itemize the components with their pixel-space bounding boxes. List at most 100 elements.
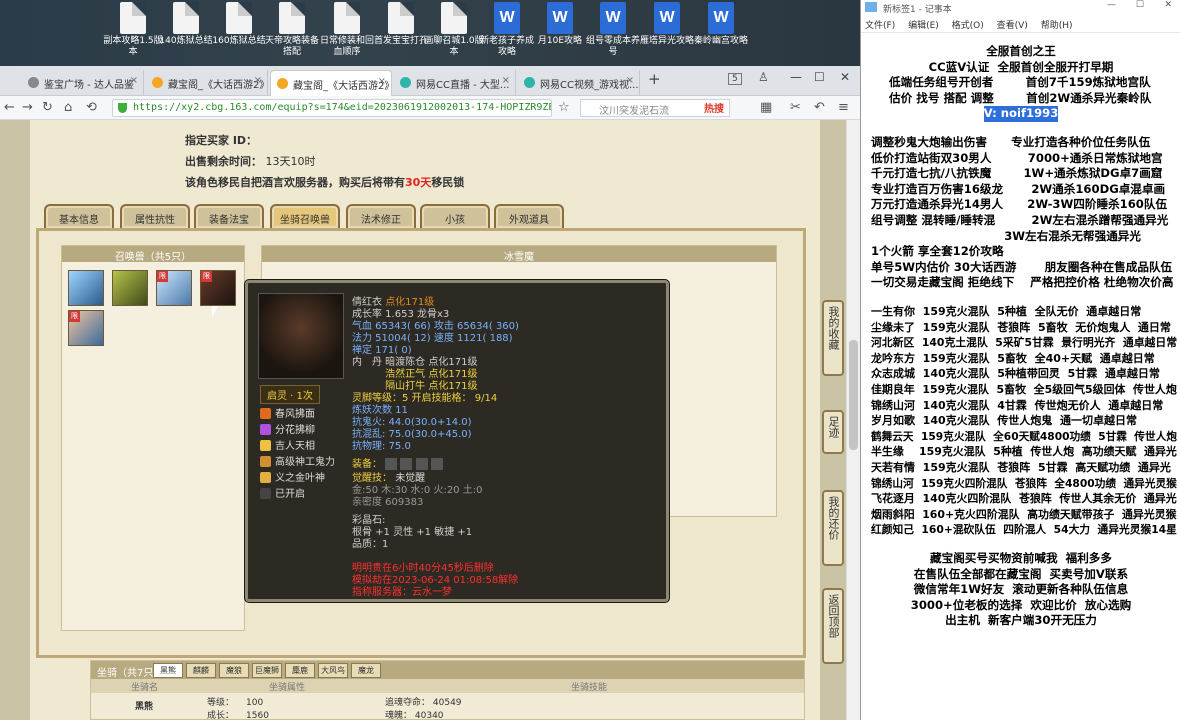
browser-tab[interactable]: 藏宝阁_《大话西游2》 × <box>146 70 268 96</box>
scrollbar[interactable] <box>846 120 860 720</box>
hot-search-label[interactable]: 热搜 <box>704 100 724 115</box>
maximize-icon[interactable]: ☐ <box>1136 0 1144 10</box>
close-icon[interactable]: × <box>502 75 510 86</box>
skill-item: 已开启 <box>260 485 305 500</box>
tab-appearance[interactable]: 外观道具 <box>494 204 564 228</box>
notepad-line: 锦绣山河 159克火四阶混队 苍狼阵 全4800功绩 通异光灵猴 <box>871 476 1177 490</box>
desktop-file-icon[interactable]: 日常修装和回血顺序 <box>316 2 378 58</box>
desktop-icon-label: 秦岭幽宫攻略 <box>693 36 748 46</box>
pet-thumb[interactable]: 限 <box>156 270 192 306</box>
menu-edit[interactable]: 编辑(E) <box>908 21 939 31</box>
close-window-icon[interactable]: ✕ <box>840 70 850 84</box>
luck-skill-icon <box>260 440 271 451</box>
pet-stone-quality: 品质：1 <box>352 539 389 550</box>
word-doc-icon: W <box>494 2 520 34</box>
notepad-line: 1个火箭 享全套12价攻略 <box>871 244 1004 259</box>
reload-icon[interactable]: ↻ <box>42 100 53 115</box>
document-icon <box>279 2 305 34</box>
browser-tab[interactable]: 网易CC视频_游戏视... × <box>518 70 640 96</box>
tab-count[interactable]: 5 <box>728 73 742 85</box>
browser-tab[interactable]: 网易CC直播 - 大型... × <box>394 70 516 96</box>
menu-help[interactable]: 帮助(H) <box>1041 21 1073 31</box>
tab-child[interactable]: 小孩 <box>420 204 490 228</box>
pet-thumb[interactable] <box>68 270 104 306</box>
desktop-icon-label: 160炼狱总结 <box>212 36 266 46</box>
address-bar: ← → ↻ ⌂ ⟲ https://xy2.cbg.163.com/equip?… <box>0 96 860 120</box>
grid-icon[interactable]: ▦ <box>760 100 772 115</box>
mount-tab[interactable]: 魔狼 <box>219 663 249 678</box>
back-to-top-button[interactable]: 返回顶部 <box>822 588 844 664</box>
history-icon[interactable]: ⟲ <box>86 100 97 115</box>
notepad-titlebar: 新标签1 - 记事本 — ☐ ✕ <box>861 0 1180 15</box>
site-icon <box>152 77 163 88</box>
close-icon[interactable]: × <box>254 75 262 86</box>
notepad-line: 众志成城 140克火混队 5种植带回灵 5甘霖 通卓越日常 <box>871 367 1160 381</box>
notepad-line: 半生缘 159克火混队 5种植 传世人炮 高功绩天赋 通异光 <box>871 445 1177 459</box>
url-input[interactable]: https://xy2.cbg.163.com/equip?s=174&eid=… <box>112 99 552 117</box>
notepad-line: 一生有你 159克火混队 5种植 全队无价 通卓越日常 <box>871 305 1142 318</box>
column-header: 坐骑技能 <box>571 683 608 693</box>
mount-tab[interactable]: 麒麟 <box>186 663 216 678</box>
minimize-icon[interactable]: — <box>1107 0 1116 10</box>
close-icon[interactable]: × <box>378 76 386 87</box>
notepad-text-area[interactable]: 全服首创之王 CC蓝V认证 全服首创全服开打早期 低端任务组号开创者 首创7千159… <box>861 36 1180 720</box>
notepad-line: 河北新区 140克土混队 5采矿5甘霖 景行明光齐 通卓越日常 <box>871 336 1178 350</box>
word-doc-icon: W <box>547 2 573 34</box>
tab-mounts-pets[interactable]: 坐骑召唤兽 <box>270 204 340 228</box>
tab-basic-info[interactable]: 基本信息 <box>44 204 114 228</box>
desktop-file-icon[interactable]: W 秦岭幽宫攻略 <box>690 2 752 47</box>
mount-tab[interactable]: 魔龙 <box>351 663 381 678</box>
mount-tab[interactable]: 大风鸟 <box>318 663 348 678</box>
pet-thumb[interactable]: 限 <box>68 310 104 346</box>
tab-attributes[interactable]: 属性抗性 <box>120 204 190 228</box>
notepad-line: 鹤舞云天 159克火混队 全60天赋4800功绩 5甘霖 传世人炮 <box>871 429 1177 443</box>
desktop-icon-label: 140炼狱总结 <box>159 36 213 46</box>
close-window-icon[interactable]: ✕ <box>1164 0 1172 10</box>
footprint-button[interactable]: 足迹 <box>822 410 844 454</box>
buyer-id-label: 指定买家 ID： <box>185 134 258 147</box>
site-icon <box>277 78 288 89</box>
close-icon[interactable]: × <box>130 75 138 86</box>
power-skill-icon <box>260 456 271 467</box>
button-label: 足迹 <box>827 416 840 438</box>
scrollbar-thumb[interactable] <box>849 340 858 450</box>
notepad-line: 佳期良年 159克火混队 5畜牧 全5级回气5级回体 传世人炮 <box>871 383 1177 396</box>
pet-thumb-selected[interactable]: 限 <box>200 270 236 306</box>
mount-tab[interactable]: 黑熊 <box>153 663 183 678</box>
undo-icon[interactable]: ↶ <box>814 100 825 115</box>
browser-tab[interactable]: 鉴宝广场 - 达人品鉴 × <box>22 70 144 96</box>
menu-icon[interactable]: ≡ <box>838 100 849 115</box>
maximize-icon[interactable]: ☐ <box>814 70 825 84</box>
home-icon[interactable]: ⌂ <box>64 100 72 115</box>
column-header: 坐骑属性 <box>269 683 306 693</box>
scissors-icon[interactable]: ✂ <box>790 100 801 115</box>
new-tab-icon[interactable]: + <box>648 70 661 88</box>
mount-tab[interactable]: 麋鹿 <box>285 663 315 678</box>
pet-thumb[interactable] <box>112 270 148 306</box>
desktop: 副本攻略1.5版本 140炼狱总结 160炼狱总结 天帝攻略装备搭配 日常修装和… <box>0 0 860 66</box>
back-icon[interactable]: ← <box>4 100 15 115</box>
desktop-file-icon[interactable]: W 雁塔异光攻略 <box>636 2 698 47</box>
browser-tab-active[interactable]: 藏宝阁_《大话西游2》 × <box>270 70 392 96</box>
star-icon[interactable]: ☆ <box>558 100 570 115</box>
menu-format[interactable]: 格式(O) <box>952 21 984 31</box>
tab-spells[interactable]: 法术修正 <box>346 204 416 228</box>
notepad-line-selected: V: noif1993 <box>983 106 1059 122</box>
tab-equipment[interactable]: 装备法宝 <box>194 204 264 228</box>
forward-icon[interactable]: → <box>22 100 33 115</box>
mounts-panel: 坐骑（共7只） 黑熊 麒麟 魔狼 巨魔狮 麋鹿 大风鸟 魔龙 坐骑名 坐骑属性 … <box>90 660 805 720</box>
my-favorites-button[interactable]: 我的收藏 <box>822 300 844 376</box>
equip-slot-icon[interactable] <box>430 458 443 470</box>
my-counteroffer-button[interactable]: 我的还价 <box>822 490 844 566</box>
mount-tab[interactable]: 巨魔狮 <box>252 663 282 678</box>
notepad-line: 藏宝阁买号买物资前喊我 福利多多 <box>930 551 1112 565</box>
pet-equip-line: 装备： <box>352 455 443 470</box>
desktop-file-icon[interactable]: W 组号零成本养号 <box>582 2 644 58</box>
close-icon[interactable]: × <box>626 75 634 86</box>
menu-file[interactable]: 文件(F) <box>865 21 895 31</box>
desktop-file-icon[interactable]: 天帝攻略装备搭配 <box>261 2 323 58</box>
minimize-icon[interactable]: — <box>790 70 802 84</box>
menu-view[interactable]: 查看(V) <box>997 21 1028 31</box>
shirt-icon[interactable]: ♙ <box>758 70 769 84</box>
notepad-title: 新标签1 - 记事本 <box>883 5 952 15</box>
